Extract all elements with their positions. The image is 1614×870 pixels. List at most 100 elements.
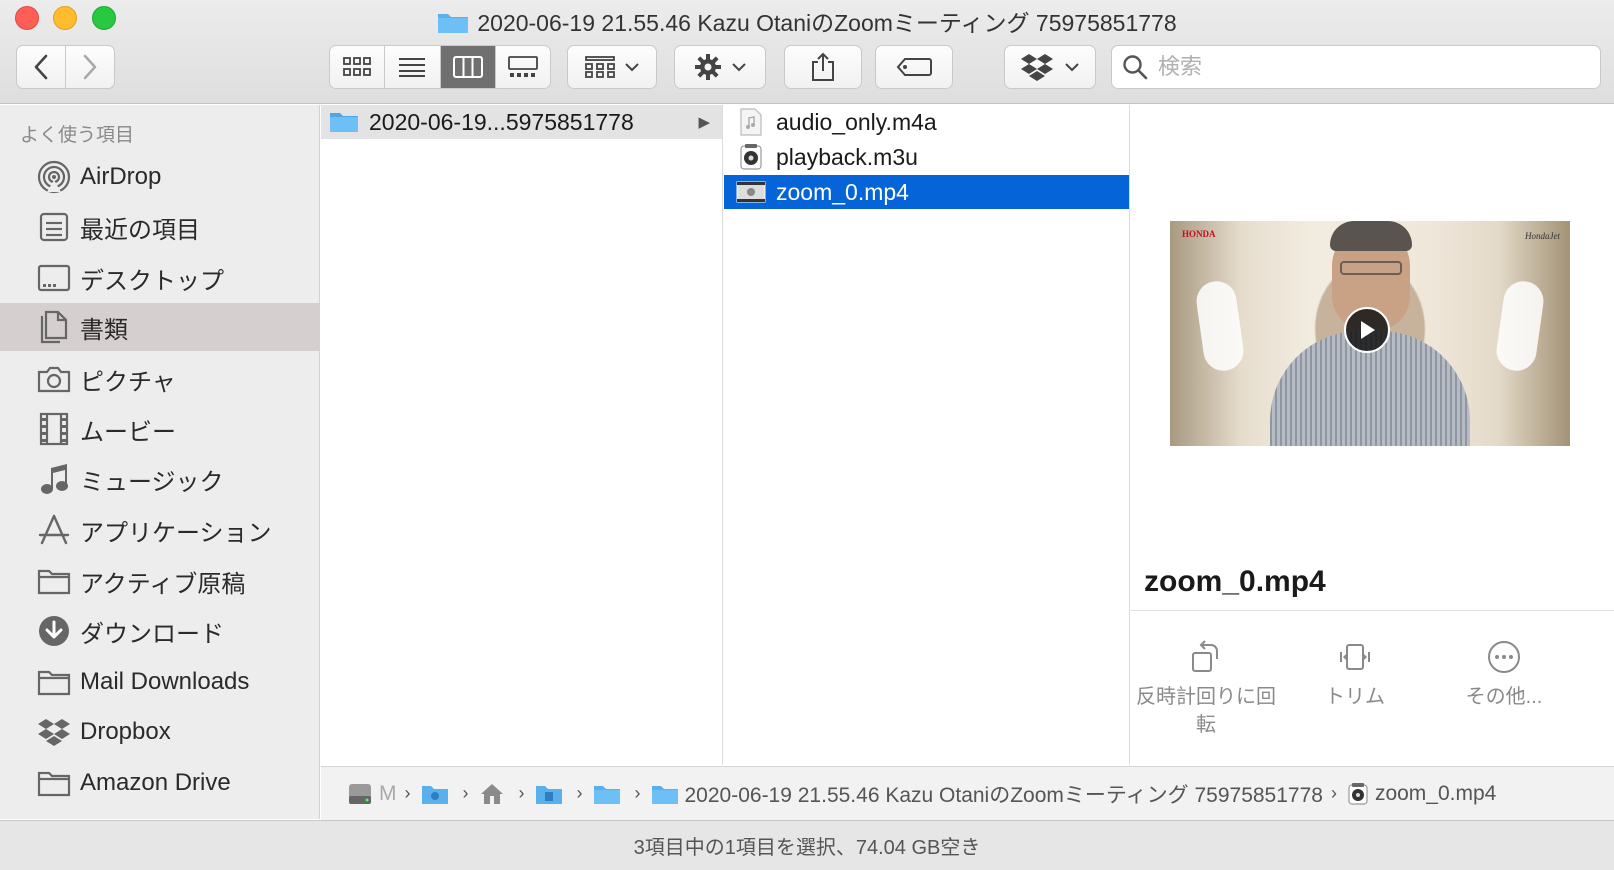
- thumbnail-scene: [1493, 278, 1547, 374]
- search-icon: [1123, 55, 1148, 80]
- path-crumb-label: 2020-06-19 21.55.46 Kazu OtaniのZoomミーティン…: [684, 783, 1323, 807]
- row-label: 2020-06-19...5975851778: [369, 108, 634, 135]
- column-row-file[interactable]: audio_only.m4a: [724, 105, 1129, 139]
- window-title-bar: 2020-06-19 21.55.46 Kazu OtaniのZoomミーティン…: [0, 4, 1614, 40]
- sidebar-item-label: ムービー: [80, 418, 176, 446]
- rotate-left-icon: [1131, 637, 1281, 677]
- sidebar-item-label: デスクトップ: [80, 267, 224, 295]
- sidebar-item-desktop[interactable]: デスクトップ: [0, 254, 319, 302]
- sidebar-item-label: ピクチャ: [80, 368, 176, 396]
- download-icon: [36, 613, 72, 649]
- sidebar-item-label: 最近の項目: [80, 216, 200, 244]
- search-input[interactable]: [1158, 54, 1578, 80]
- chevron-down-icon: [625, 63, 639, 72]
- users-folder-icon: [421, 783, 449, 805]
- gear-icon: [695, 54, 721, 80]
- browser-column-1: 2020-06-19...5975851778 ▶: [321, 105, 723, 765]
- playlist-file-icon: [736, 143, 766, 171]
- dropbox-icon: [36, 714, 72, 750]
- folder-icon: [437, 10, 469, 40]
- thumbnail-scene: [1330, 221, 1412, 251]
- thumbnail-brand-logo: HONDA: [1182, 229, 1216, 239]
- recents-icon: [36, 209, 72, 245]
- rotate-left-button[interactable]: 反時計回りに回転: [1131, 637, 1281, 739]
- sidebar-item-dropbox[interactable]: Dropbox: [0, 708, 319, 756]
- chevron-right-icon: [83, 54, 97, 80]
- sidebar-item-downloads[interactable]: ダウンロード: [0, 607, 319, 655]
- path-separator-icon: ›: [518, 783, 525, 803]
- sidebar: よく使う項目 AirDrop 最近の項目 デスクトップ 書類 ピクチャ ムービー…: [0, 105, 320, 819]
- trim-icon: [1280, 637, 1430, 677]
- sidebar-item-pictures[interactable]: ピクチャ: [0, 355, 319, 403]
- view-gallery-button[interactable]: [496, 46, 550, 88]
- home-icon: [479, 782, 505, 806]
- documents-icon: [36, 309, 72, 345]
- sidebar-heading: よく使う項目: [20, 125, 135, 146]
- path-crumb-home[interactable]: ›: [479, 782, 535, 806]
- video-file-icon: [1347, 782, 1369, 806]
- path-crumb-drive[interactable]: M ›: [347, 781, 421, 807]
- back-button[interactable]: [16, 45, 66, 89]
- group-by-button[interactable]: [567, 45, 657, 89]
- sidebar-item-amazon-drive[interactable]: Amazon Drive: [0, 759, 319, 807]
- view-mode-control: [329, 45, 551, 89]
- sidebar-item-label: Dropbox: [80, 718, 171, 745]
- preview-file-name: zoom_0.mp4: [1144, 565, 1326, 598]
- action-menu-button[interactable]: [674, 45, 766, 89]
- sidebar-item-label: アクティブ原稿: [80, 570, 246, 598]
- column-row-folder[interactable]: 2020-06-19...5975851778 ▶: [321, 105, 722, 139]
- music-note-icon: [36, 461, 72, 497]
- disclosure-arrow-icon: ▶: [698, 114, 710, 131]
- path-crumb-file[interactable]: zoom_0.mp4: [1347, 782, 1496, 806]
- trim-button[interactable]: トリム: [1280, 637, 1430, 711]
- play-button[interactable]: [1344, 307, 1390, 353]
- column-row-file-selected[interactable]: zoom_0.mp4: [724, 175, 1129, 209]
- folder-icon: [36, 563, 72, 599]
- sidebar-item-movies[interactable]: ムービー: [0, 405, 319, 453]
- forward-button[interactable]: [65, 45, 115, 89]
- path-separator-icon: ›: [634, 783, 641, 803]
- column-row-file[interactable]: playback.m3u: [724, 140, 1129, 174]
- thumbnail-brand-logo: HondaJet: [1525, 231, 1560, 241]
- path-separator-icon: ›: [462, 783, 469, 803]
- sidebar-item-music[interactable]: ミュージック: [0, 455, 319, 503]
- icon-grid-icon: [343, 57, 372, 76]
- path-crumb-label: M: [379, 781, 397, 805]
- dropbox-button[interactable]: [1004, 45, 1096, 89]
- sidebar-item-mail-downloads[interactable]: Mail Downloads: [0, 658, 319, 706]
- view-list-button[interactable]: [385, 46, 441, 88]
- search-field[interactable]: [1111, 45, 1601, 89]
- applications-icon: [36, 512, 72, 548]
- folder-icon: [593, 783, 621, 805]
- path-crumb-documents[interactable]: ›: [535, 783, 593, 805]
- row-label: audio_only.m4a: [776, 108, 937, 135]
- video-thumbnail[interactable]: HONDA HondaJet: [1170, 221, 1570, 446]
- sidebar-item-label: アプリケーション: [80, 519, 272, 547]
- tags-button[interactable]: [875, 45, 953, 89]
- window-title: 2020-06-19 21.55.46 Kazu OtaniのZoomミーティン…: [477, 10, 1177, 36]
- sidebar-item-applications[interactable]: アプリケーション: [0, 506, 319, 554]
- folder-icon: [329, 108, 359, 136]
- video-file-icon: [736, 178, 766, 206]
- sidebar-item-recents[interactable]: 最近の項目: [0, 203, 319, 251]
- sidebar-item-documents[interactable]: 書類: [0, 303, 319, 351]
- path-separator-icon: ›: [576, 783, 583, 803]
- sidebar-item-airdrop[interactable]: AirDrop: [0, 153, 319, 201]
- path-separator-icon: ›: [404, 783, 411, 803]
- path-crumb-users[interactable]: ›: [421, 783, 479, 805]
- view-column-button[interactable]: [440, 46, 496, 88]
- airdrop-icon: [36, 159, 72, 195]
- more-button[interactable]: その他...: [1429, 637, 1579, 711]
- share-button[interactable]: [784, 45, 862, 89]
- browser-column-2: audio_only.m4a playback.m3u zoom_0.mp4: [724, 105, 1130, 765]
- row-label: zoom_0.mp4: [776, 178, 909, 205]
- window-toolbar: 2020-06-19 21.55.46 Kazu OtaniのZoomミーティン…: [0, 0, 1614, 104]
- group-grid-icon: [585, 56, 615, 78]
- chevron-left-icon: [34, 54, 48, 80]
- divider: [1131, 610, 1614, 611]
- path-crumb-folder[interactable]: ›: [593, 783, 651, 805]
- status-bar: 3項目中の1項目を選択、74.04 GB空き: [0, 820, 1614, 870]
- view-icon-button[interactable]: [330, 46, 386, 88]
- path-crumb-meeting-folder[interactable]: 2020-06-19 21.55.46 Kazu OtaniのZoomミーティン…: [651, 779, 1347, 809]
- sidebar-item-active-drafts[interactable]: アクティブ原稿: [0, 557, 319, 605]
